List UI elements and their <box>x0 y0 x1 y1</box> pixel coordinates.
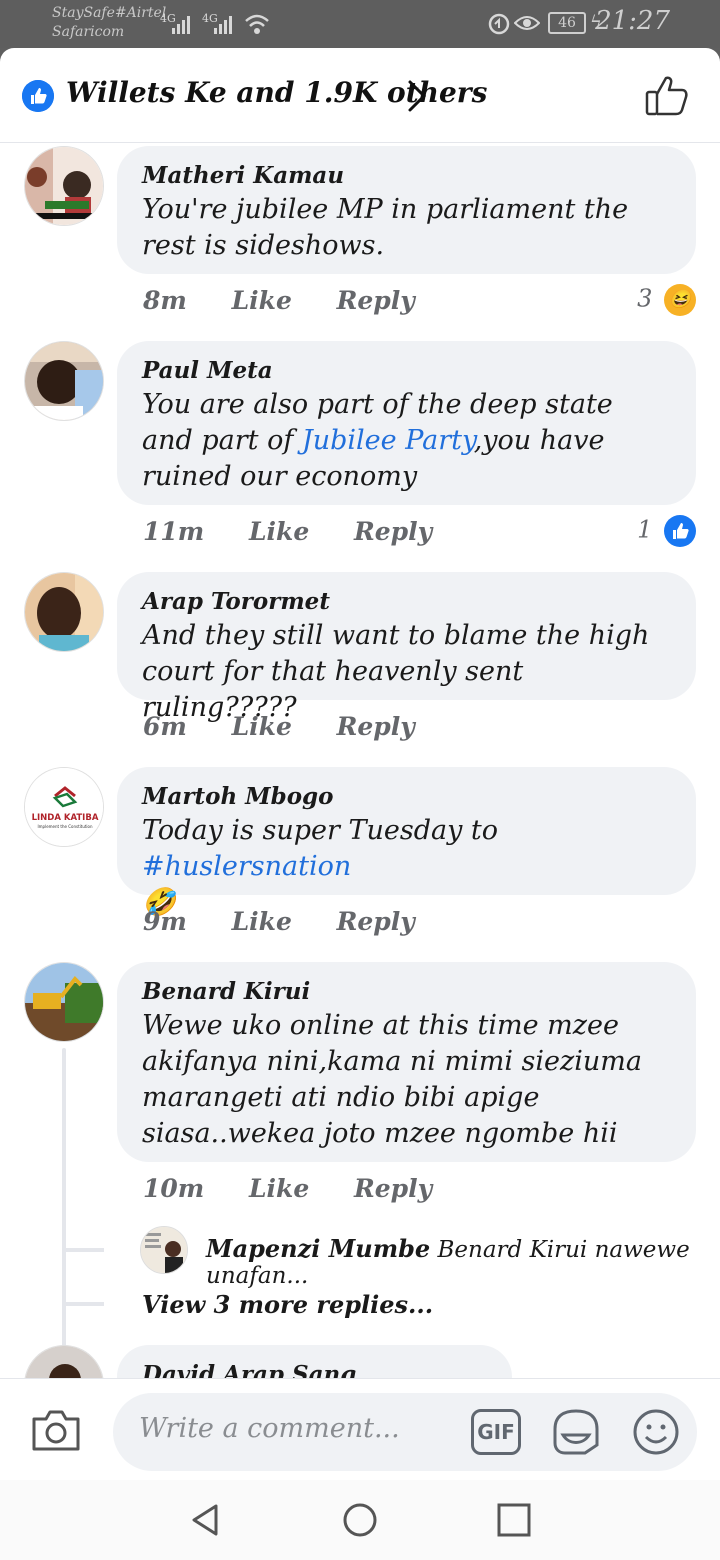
comment-input-placeholder: Write a comment... <box>139 1413 400 1444</box>
like-button[interactable]: Like <box>232 712 292 741</box>
comment-actions: 10m Like Reply <box>143 1174 468 1203</box>
back-icon[interactable] <box>186 1500 226 1540</box>
avatar[interactable] <box>24 341 104 421</box>
avatar[interactable]: LINDA KATIBA Implement the Constitution <box>24 767 104 847</box>
comment-input[interactable]: Write a comment... GIF <box>113 1393 697 1471</box>
like-icon <box>664 515 696 547</box>
data-saver-icon <box>488 13 510 35</box>
reaction-summary[interactable]: 1 <box>637 515 696 547</box>
reaction-count: 3 <box>637 284 653 313</box>
reply-button[interactable]: Reply <box>337 712 415 741</box>
avatar-logo-text: LINDA KATIBA <box>32 813 99 823</box>
avatar[interactable] <box>24 146 104 226</box>
reaction-summary[interactable]: 3 😆 <box>637 284 696 316</box>
comment-author[interactable]: Arap Torormet <box>142 586 672 618</box>
comment-text: You're jubilee MP in parliament the rest… <box>142 194 629 261</box>
comment-actions: 9m Like Reply <box>143 907 451 936</box>
comment-text: Wewe uko online at this time mzee akifan… <box>142 1010 642 1149</box>
comment-actions: 8m Like Reply <box>143 286 451 315</box>
reply-button[interactable]: Reply <box>337 286 415 315</box>
sticker-icon[interactable] <box>551 1407 601 1457</box>
avatar[interactable] <box>24 572 104 652</box>
view-more-replies-link[interactable]: View 3 more replies... <box>142 1290 433 1319</box>
eye-comfort-icon <box>514 16 540 30</box>
thread-branch <box>62 1302 104 1306</box>
gif-button[interactable]: GIF <box>471 1409 521 1455</box>
camera-icon[interactable] <box>30 1407 82 1453</box>
comment-text: Today is super Tuesday to #huslersnation <box>142 813 672 885</box>
haha-icon: 😆 <box>664 284 696 316</box>
reply-preview[interactable]: Mapenzi Mumbe Benard Kirui nawewe unafan… <box>206 1234 720 1289</box>
battery-icon: 46 <box>548 12 586 34</box>
emoji-icon[interactable] <box>631 1407 681 1457</box>
clock: 21:27 <box>595 6 670 36</box>
comment-actions: 11m Like Reply <box>143 517 468 546</box>
comment-bubble[interactable]: Paul Meta You are also part of the deep … <box>117 341 696 505</box>
avatar-logo-subtext: Implement the Constitution <box>37 824 93 829</box>
reply-button[interactable]: Reply <box>337 907 415 936</box>
system-nav-bar <box>0 1480 720 1560</box>
signal-icon <box>172 16 190 34</box>
comments-sheet: Willets Ke and 1.9K others Matheri Kamau… <box>0 48 720 1560</box>
comment-composer: Write a comment... GIF <box>0 1378 720 1478</box>
reaction-count: 1 <box>637 515 653 544</box>
like-button[interactable]: Like <box>249 517 309 546</box>
carrier-line-2: Safaricom <box>52 24 125 40</box>
reactions-header[interactable]: Willets Ke and 1.9K others <box>0 48 720 143</box>
comment-bubble[interactable]: Arap Torormet And they still want to bla… <box>117 572 696 723</box>
like-button[interactable]: Like <box>249 1174 309 1203</box>
recents-icon[interactable] <box>494 1500 534 1540</box>
comment-text-part: Today is super Tuesday to <box>142 815 499 846</box>
comment-bubble[interactable]: Matheri Kamau You're jubilee MP in parli… <box>117 146 696 274</box>
comment-text: And they still want to blame the high co… <box>142 620 650 723</box>
home-icon[interactable] <box>340 1500 380 1540</box>
comment-text: You are also part of the deep state and … <box>142 387 672 495</box>
comment-actions: 6m Like Reply <box>143 712 451 741</box>
reply-button[interactable]: Reply <box>354 1174 432 1203</box>
comment-author[interactable]: Martoh Mbogo <box>142 781 672 813</box>
comment-author[interactable]: Paul Meta <box>142 355 672 387</box>
reply-button[interactable]: Reply <box>354 517 432 546</box>
carrier-line-1: StaySafe#Airtel <box>52 5 167 21</box>
like-thumb-icon[interactable] <box>644 72 690 118</box>
status-bar: StaySafe#Airtel Safaricom 4G 4G 46 ϟ 21:… <box>0 0 720 48</box>
comment-time: 9m <box>143 907 187 936</box>
comment-author[interactable]: Matheri Kamau <box>142 160 672 192</box>
like-button[interactable]: Like <box>232 907 292 936</box>
wifi-icon <box>245 14 269 34</box>
comment-bubble[interactable]: Benard Kirui Wewe uko online at this tim… <box>117 962 696 1162</box>
comment-time: 6m <box>143 712 187 741</box>
comment-time: 10m <box>143 1174 205 1203</box>
carrier-info: StaySafe#Airtel Safaricom <box>52 4 166 42</box>
comment-time: 11m <box>143 517 205 546</box>
comment-time: 8m <box>143 286 187 315</box>
like-reaction-icon <box>22 80 54 112</box>
thread-branch <box>62 1248 104 1252</box>
comment-bubble[interactable]: Martoh Mbogo Today is super Tuesday to #… <box>117 767 696 918</box>
reply-avatar[interactable] <box>140 1226 188 1274</box>
signal-icon-2 <box>214 16 232 34</box>
comment-author[interactable]: Benard Kirui <box>142 976 672 1008</box>
avatar[interactable] <box>24 962 104 1042</box>
thread-line <box>62 1048 66 1354</box>
hashtag-link[interactable]: #huslersnation <box>142 851 351 882</box>
like-button[interactable]: Like <box>232 286 292 315</box>
reply-author[interactable]: Mapenzi Mumbe <box>206 1234 430 1263</box>
jubilee-party-link[interactable]: Jubilee Party <box>302 425 474 456</box>
chevron-right-icon[interactable] <box>404 78 430 114</box>
